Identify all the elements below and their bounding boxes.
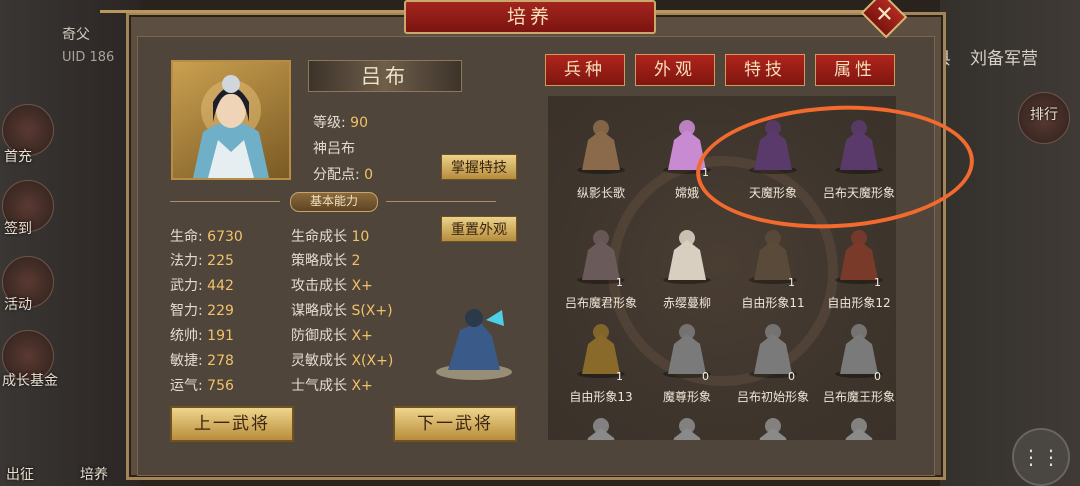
hero-level-label: 等级: (313, 115, 346, 131)
growth-agility: 灵敏成长 X(X+) (291, 353, 394, 369)
master-skill-button[interactable]: 掌握特技 (441, 154, 517, 180)
activity-label: 活动 (4, 297, 32, 313)
skin-count: 1 (874, 276, 881, 289)
skin-sprite-icon (830, 224, 888, 284)
growth-hp: 生命成长 10 (291, 229, 370, 245)
skin-label: 自由形象12 (827, 296, 891, 310)
player-name: 奇父 (62, 27, 90, 43)
campaign-label[interactable]: 出征 (6, 464, 34, 484)
tab-attribute[interactable]: 属性 (815, 54, 895, 86)
stat-intellect: 智力: 229 (170, 303, 234, 319)
hero-portrait (171, 60, 291, 180)
skin-sprite-icon (572, 412, 630, 440)
skin-count: 1 (616, 370, 623, 383)
stat-mp: 法力: 225 (170, 253, 234, 269)
right-tab-camp[interactable]: 刘备军营 (970, 44, 1038, 69)
growth-fund-label: 成长基金 (2, 373, 58, 389)
hero-mount-sprite (430, 300, 518, 382)
background-right (940, 0, 1080, 486)
stat-command: 统帅: 191 (170, 328, 234, 344)
skin-count: 0 (874, 370, 881, 383)
skin-sprite-icon (744, 318, 802, 378)
stat-agility: 敏捷: 278 (170, 353, 234, 369)
stat-luck: 运气: 756 (170, 378, 234, 394)
ranking-label: 排行 (1030, 107, 1058, 123)
skin-sprite-icon (572, 114, 630, 174)
basic-stats-header: 基本能力 (170, 192, 530, 212)
hero-points-value: 0 (364, 167, 374, 183)
skin-sprite-icon (658, 412, 716, 440)
tab-skill[interactable]: 特技 (725, 54, 805, 86)
skin-count: 1 (616, 276, 623, 289)
skin-sprite-icon (744, 412, 802, 440)
skin-sprite-icon (572, 318, 630, 378)
skin-count: 0 (788, 370, 795, 383)
growth-attack: 攻击成长 X+ (291, 278, 373, 294)
skin-sprite-icon (658, 318, 716, 378)
next-hero-button[interactable]: 下一武将 (393, 406, 517, 442)
growth-morale: 士气成长 X+ (291, 378, 373, 394)
tab-troop[interactable]: 兵种 (545, 54, 625, 86)
hero-level-value: 90 (350, 115, 368, 131)
skin-sprite-icon (830, 318, 888, 378)
stat-force: 武力: 442 (170, 278, 234, 294)
growth-strategy: 策略成长 2 (291, 253, 361, 269)
first-recharge-label: 首充 (4, 149, 32, 165)
hero-points: 分配点: 0 (313, 164, 373, 184)
player-uid: UID 186 (62, 50, 115, 65)
checkin-label: 签到 (4, 221, 32, 237)
reset-look-button[interactable]: 重置外观 (441, 216, 517, 242)
section-divider-right (386, 201, 496, 202)
skin-sprite-icon (658, 224, 716, 284)
skin-count: 0 (702, 370, 709, 383)
prev-hero-button[interactable]: 上一武将 (170, 406, 294, 442)
hero-points-label: 分配点: (313, 167, 360, 183)
hero-level: 等级: 90 (313, 112, 368, 132)
skin-count: 1 (788, 276, 795, 289)
section-divider-left (170, 201, 280, 202)
background-left (0, 0, 140, 486)
hero-name: 吕布 (308, 60, 462, 92)
stat-hp: 生命: 6730 (170, 229, 243, 245)
skin-sprite-icon (830, 412, 888, 440)
skin-sprite-icon (744, 224, 802, 284)
growth-defense: 防御成长 X+ (291, 328, 373, 344)
panel-title: 培养 (404, 0, 656, 34)
tab-appearance[interactable]: 外观 (635, 54, 715, 86)
more-icon[interactable]: ⋮⋮ (1012, 428, 1070, 486)
hero-title: 神吕布 (313, 141, 355, 157)
skin-sprite-icon (572, 224, 630, 284)
skin-label: 吕布魔王形象 (822, 390, 895, 404)
train-label[interactable]: 培养 (80, 464, 108, 484)
growth-tactics: 谋略成长 S(X+) (291, 303, 393, 319)
section-title-label: 基本能力 (290, 192, 378, 212)
